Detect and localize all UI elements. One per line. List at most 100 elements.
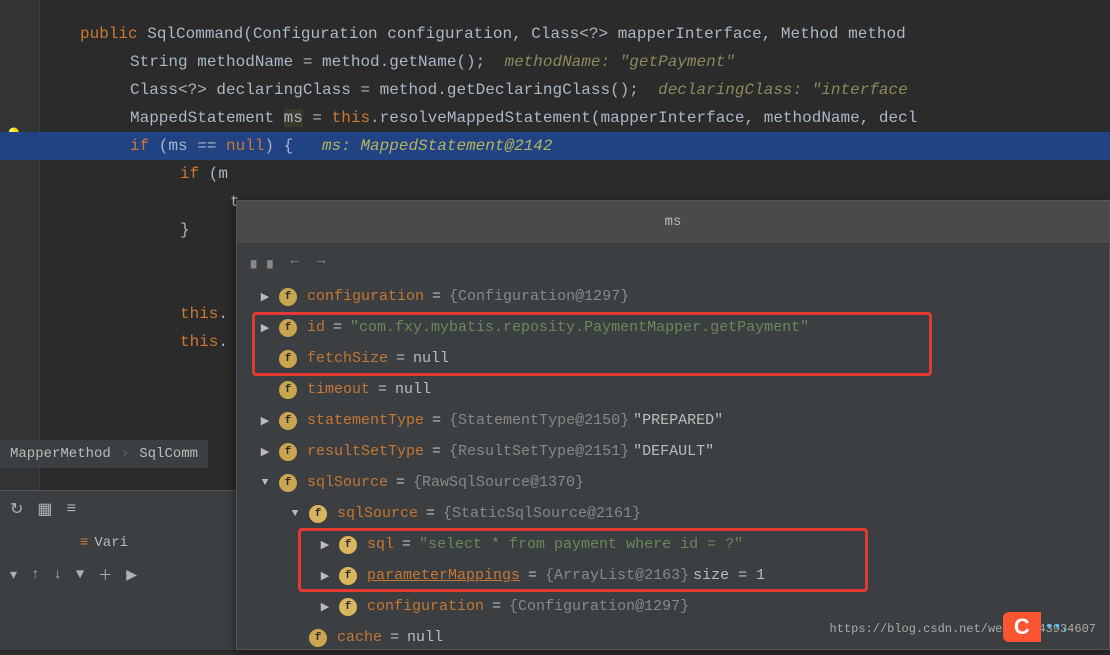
- code-text: }: [180, 221, 190, 239]
- code-text: .: [218, 305, 228, 323]
- grid-icon[interactable]: ▦: [37, 499, 52, 519]
- tree-row[interactable]: ▶fconfiguration={Configuration@1297}: [237, 591, 1109, 622]
- field-value: {StaticSqlSource@2161}: [443, 505, 641, 522]
- field-value: "select * from payment where id = ?": [419, 536, 743, 553]
- current-line: if (ms == null) { ms: MappedStatement@21…: [0, 132, 1110, 160]
- code-text: SqlCommand(Configuration configuration, …: [138, 25, 906, 43]
- popup-title: ms: [237, 201, 1109, 243]
- field-icon: f: [339, 598, 357, 616]
- expand-arrow-icon[interactable]: ▶: [257, 321, 273, 335]
- equals-sign: =: [432, 412, 441, 429]
- csdn-c-icon: C: [1003, 612, 1041, 642]
- field-icon: f: [279, 319, 297, 337]
- expand-arrow-icon[interactable]: ▶: [317, 569, 333, 583]
- field-value: "com.fxy.mybatis.reposity.PaymentMapper.…: [350, 319, 809, 336]
- field-icon: f: [339, 536, 357, 554]
- field-name: sqlSource: [307, 474, 388, 491]
- variables-icon: ≡: [80, 535, 88, 551]
- equals-sign: =: [432, 288, 441, 305]
- field-name: timeout: [307, 381, 370, 398]
- expand-arrow-icon[interactable]: ▼: [257, 477, 273, 489]
- breadcrumb-sep: ›: [121, 446, 129, 462]
- up-icon[interactable]: ↑: [31, 567, 39, 583]
- restart-icon[interactable]: ↻: [10, 499, 23, 519]
- expand-arrow-icon[interactable]: ▼: [287, 508, 303, 520]
- field-value: {ResultSetType@2151}: [449, 443, 629, 460]
- equals-sign: =: [432, 443, 441, 460]
- breadcrumb-item[interactable]: MapperMethod: [10, 446, 111, 462]
- field-extra: "DEFAULT": [633, 443, 714, 460]
- tree-row[interactable]: ▼fsqlSource={StaticSqlSource@2161}: [237, 498, 1109, 529]
- folder-icon[interactable]: ▖▗: [251, 253, 273, 270]
- forward-icon[interactable]: →: [317, 253, 325, 269]
- expand-arrow-icon[interactable]: ▶: [317, 538, 333, 552]
- variables-label[interactable]: Vari: [94, 535, 128, 551]
- code-text: Class<?> declaringClass = method.getDecl…: [130, 81, 639, 99]
- expand-arrow-icon[interactable]: ▶: [257, 290, 273, 304]
- field-name: sql: [367, 536, 394, 553]
- variable-ms: ms: [284, 109, 303, 127]
- tree-row[interactable]: ▶ fsql = "select * from payment where id = …: [237, 529, 1109, 560]
- code-text: .resolveMappedStatement(mapperInterface,…: [370, 109, 917, 127]
- code-text: MappedStatement: [130, 109, 284, 127]
- breadcrumb-item[interactable]: SqlComm: [139, 446, 198, 462]
- field-value: {ArrayList@2163}: [545, 567, 689, 584]
- field-value: null: [395, 381, 431, 398]
- expand-arrow-icon[interactable]: ▶: [257, 414, 273, 428]
- keyword: this: [180, 305, 218, 323]
- filter-icon[interactable]: ▼: [76, 567, 84, 583]
- field-value: {RawSqlSource@1370}: [413, 474, 584, 491]
- tree-row[interactable]: ▶fconfiguration={Configuration@1297}: [237, 281, 1109, 312]
- back-icon[interactable]: ←: [291, 253, 299, 269]
- field-icon: f: [279, 443, 297, 461]
- field-name: cache: [337, 629, 382, 646]
- tree-row[interactable]: ▼fsqlSource={RawSqlSource@1370}: [237, 467, 1109, 498]
- field-value: null: [413, 350, 449, 367]
- expand-arrow-icon[interactable]: ▶: [257, 445, 273, 459]
- code-text: (ms ==: [149, 137, 226, 155]
- field-extra: size = 1: [693, 567, 765, 584]
- inline-hint: ms: MappedStatement@2142: [293, 137, 552, 155]
- dropdown-icon[interactable]: ▾: [10, 567, 17, 584]
- tree-row[interactable]: ▶ f resultSetType = {ResultSetType@2151} "DE…: [237, 436, 1109, 467]
- tree-row[interactable]: ▶fid="com.fxy.mybatis.reposity.PaymentMa…: [237, 312, 1109, 343]
- field-extra: "PREPARED": [633, 412, 723, 429]
- field-name: configuration: [367, 598, 484, 615]
- field-value: {Configuration@1297}: [449, 288, 629, 305]
- inline-hint: declaringClass: "interface: [639, 81, 908, 99]
- expand-arrow-icon[interactable]: ▶: [317, 600, 333, 614]
- field-icon: f: [279, 412, 297, 430]
- field-icon: f: [309, 629, 327, 647]
- field-icon: f: [279, 350, 297, 368]
- inline-hint: methodName: "getPayment": [485, 53, 735, 71]
- equals-sign: =: [333, 319, 342, 336]
- tree-row[interactable]: ▶fparameterMappings={ArrayList@2163} siz…: [237, 560, 1109, 591]
- field-icon: f: [339, 567, 357, 585]
- tree-row[interactable]: ▶ftimeout=null: [237, 374, 1109, 405]
- equals-sign: =: [426, 505, 435, 522]
- equals-sign: =: [396, 350, 405, 367]
- evaluate-popup: ms ▖▗ ← → ▶ f configuration = {Configuration…: [236, 200, 1110, 650]
- code-text: .: [218, 333, 228, 351]
- add-icon[interactable]: ＋: [98, 565, 112, 585]
- keyword: this: [332, 109, 370, 127]
- tree-row[interactable]: ▶fstatementType={StatementType@2150} "PR…: [237, 405, 1109, 436]
- keyword: this: [180, 333, 218, 351]
- tree-row[interactable]: ▶ffetchSize=null: [237, 343, 1109, 374]
- keyword: if: [180, 165, 199, 183]
- csdn-decoration: ••,: [1045, 619, 1070, 635]
- field-value: null: [407, 629, 443, 646]
- play-icon[interactable]: ▶: [126, 567, 137, 584]
- equals-sign: =: [402, 536, 411, 553]
- code-text: String methodName = method.getName();: [130, 53, 485, 71]
- keyword: public: [80, 25, 138, 43]
- down-icon[interactable]: ↓: [53, 567, 61, 583]
- field-name: parameterMappings: [367, 567, 520, 584]
- list-icon[interactable]: ≡: [67, 500, 77, 518]
- keyword: if: [130, 137, 149, 155]
- field-name: sqlSource: [337, 505, 418, 522]
- field-name: resultSetType: [307, 443, 424, 460]
- variable-tree[interactable]: ▶fconfiguration={Configuration@1297}▶fid…: [237, 279, 1109, 655]
- code-text: =: [303, 109, 332, 127]
- breadcrumb[interactable]: MapperMethod › SqlComm: [0, 440, 208, 468]
